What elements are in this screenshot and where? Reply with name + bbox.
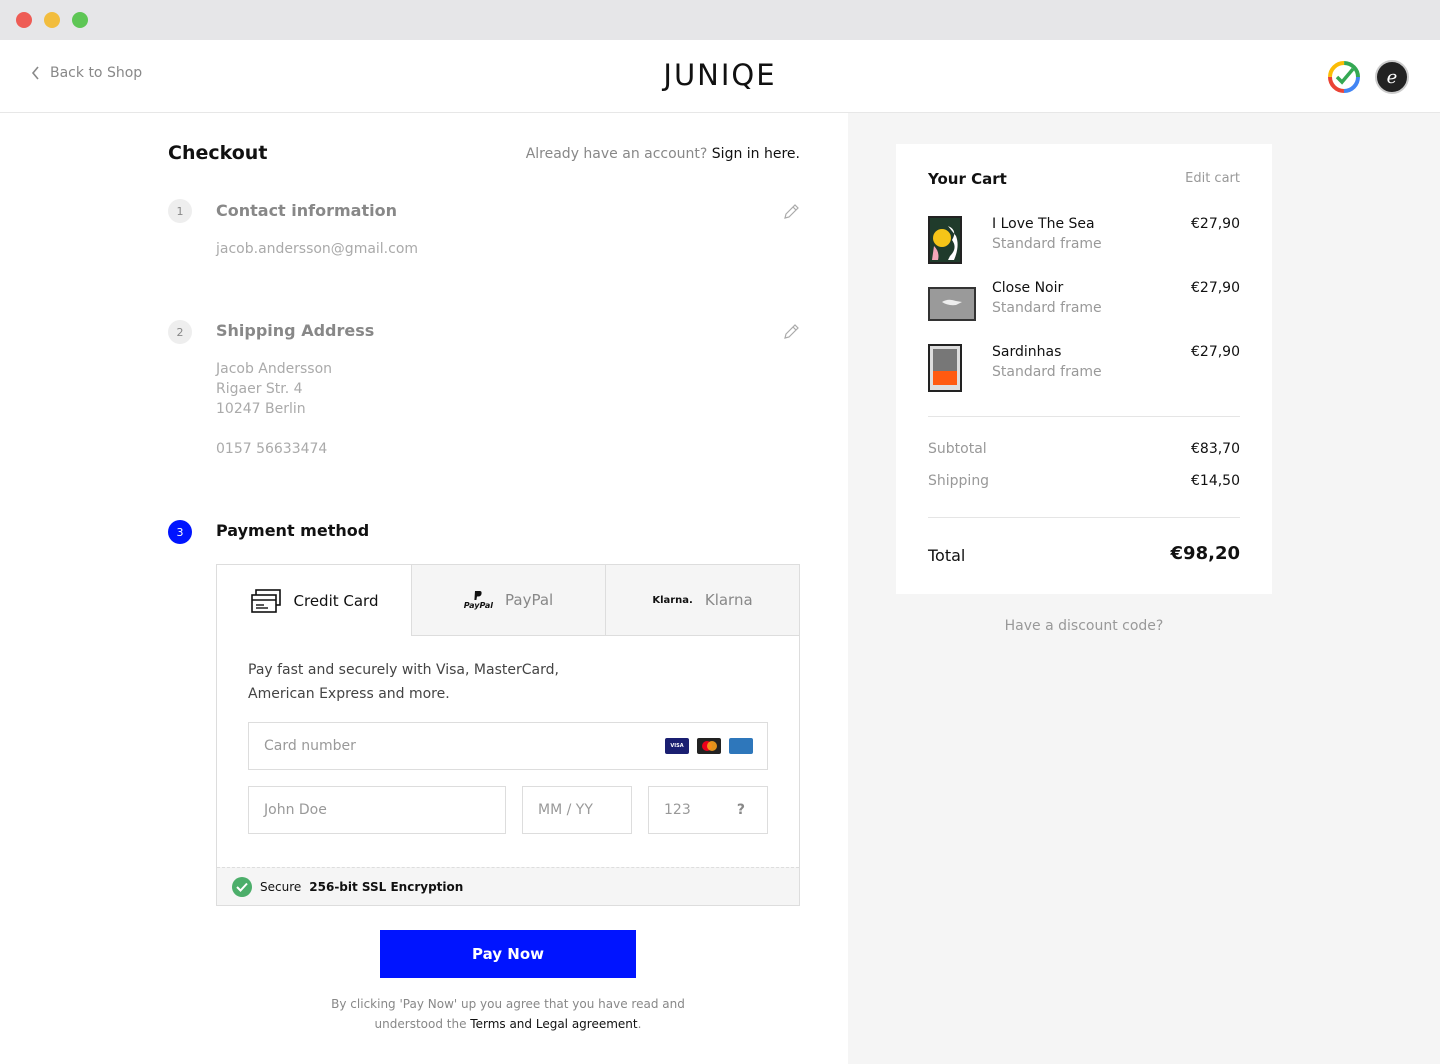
shipping-phone: 0157 56633474 (216, 441, 328, 457)
visa-icon: VISA (665, 738, 689, 754)
account-prompt-text: Already have an account? (525, 146, 708, 162)
page-title: Checkout (168, 142, 268, 164)
step-number-3: 3 (168, 520, 192, 544)
cvc-input[interactable]: 123 ? (648, 786, 768, 834)
credit-card-icon (250, 588, 281, 613)
cvc-placeholder: 123 (664, 802, 691, 818)
amex-icon (729, 738, 753, 754)
total-label: Total (928, 546, 966, 565)
card-number-placeholder: Card number (264, 738, 356, 754)
item-name: I Love The Sea (992, 216, 1095, 232)
ssl-notice: Secure 256-bit SSL Encryption (217, 867, 799, 905)
step-title-payment: Payment method (216, 521, 370, 540)
maximize-window-button[interactable] (72, 12, 88, 28)
item-price: €27,90 (1191, 280, 1240, 296)
sign-in-prompt: Already have an account? Sign in here. (526, 146, 800, 162)
cardholder-name-input[interactable]: John Doe (248, 786, 506, 834)
ssl-encryption-text: 256-bit SSL Encryption (309, 879, 464, 894)
paypal-logo-icon: PayPal (464, 590, 493, 610)
klarna-logo-icon: Klarna. (652, 594, 693, 606)
back-to-shop-link[interactable]: Back to Shop (30, 65, 142, 81)
payment-method-panel: Credit Card PayPal PayPal Klarna. Klarna… (216, 564, 800, 906)
cart-item: Close Noir Standard frame €27,90 (928, 280, 1240, 330)
juniqe-logo[interactable]: JUNIQE (620, 58, 820, 92)
item-variant: Standard frame (992, 300, 1102, 316)
pay-now-button[interactable]: Pay Now (380, 930, 636, 978)
tab-credit-card[interactable]: Credit Card (217, 565, 411, 636)
tab-paypal[interactable]: PayPal PayPal (411, 565, 605, 636)
checkmark-icon (232, 876, 252, 897)
sign-in-link[interactable]: Sign in here. (712, 146, 800, 162)
tab-klarna-label: Klarna (704, 591, 753, 609)
item-price: €27,90 (1191, 344, 1240, 360)
edit-pencil-icon[interactable] (782, 203, 800, 221)
minimize-window-button[interactable] (44, 12, 60, 28)
cart-title: Your Cart (928, 170, 1007, 188)
step-number-2: 2 (168, 320, 192, 344)
cart-summary: Your Cart Edit cart I Love The Sea Stand… (896, 144, 1272, 594)
mastercard-icon (697, 738, 721, 754)
step-number-1: 1 (168, 199, 192, 223)
item-name: Sardinhas (992, 344, 1062, 360)
back-label: Back to Shop (50, 65, 143, 81)
item-name: Close Noir (992, 280, 1064, 296)
subtotal-value: €83,70 (1191, 441, 1240, 457)
cvc-help-icon[interactable]: ? (737, 802, 745, 818)
step-title-shipping: Shipping Address (216, 321, 375, 340)
expiry-placeholder: MM / YY (538, 802, 593, 818)
divider (928, 517, 1240, 518)
tab-credit-card-label: Credit Card (293, 591, 379, 610)
site-header: Back to Shop JUNIQE e (0, 40, 1440, 113)
shipping-street: Rigaer Str. 4 (216, 381, 303, 397)
item-price: €27,90 (1191, 216, 1240, 232)
google-trusted-store-badge[interactable] (1327, 60, 1361, 94)
payment-description: Pay fast and securely with Visa, MasterC… (248, 662, 559, 702)
trusted-shops-badge[interactable]: e (1375, 60, 1409, 94)
cart-item: I Love The Sea Standard frame €27,90 (928, 216, 1240, 266)
tab-paypal-label: PayPal (505, 591, 554, 609)
product-thumbnail[interactable] (928, 216, 962, 264)
divider (928, 416, 1240, 417)
subtotal-label: Subtotal (928, 441, 987, 457)
step-title-contact: Contact information (216, 201, 397, 220)
shipping-label: Shipping (928, 473, 990, 489)
total-value: €98,20 (1170, 543, 1240, 564)
shipping-name: Jacob Andersson (216, 361, 333, 377)
cart-item: Sardinhas Standard frame €27,90 (928, 344, 1240, 394)
close-window-button[interactable] (16, 12, 32, 28)
chevron-left-icon (31, 66, 39, 80)
name-placeholder: John Doe (264, 802, 327, 818)
accepted-cards: VISA (665, 738, 753, 754)
item-variant: Standard frame (992, 364, 1102, 380)
terms-link[interactable]: Terms and Legal agreement (470, 1017, 637, 1031)
contact-email: jacob.andersson@gmail.com (216, 241, 419, 257)
legal-notice: By clicking 'Pay Now' up you agree that … (331, 997, 685, 1031)
expiry-input[interactable]: MM / YY (522, 786, 632, 834)
card-number-input[interactable]: Card number VISA (248, 722, 768, 770)
window-titlebar (0, 0, 1440, 40)
shipping-city: 10247 Berlin (216, 401, 306, 417)
edit-cart-link[interactable]: Edit cart (1185, 171, 1240, 186)
shipping-value: €14,50 (1191, 473, 1240, 489)
tab-klarna[interactable]: Klarna. Klarna (605, 565, 799, 636)
discount-code-link[interactable]: Have a discount code? (896, 618, 1272, 634)
product-thumbnail[interactable] (928, 287, 976, 321)
payment-tabs: Credit Card PayPal PayPal Klarna. Klarna (217, 565, 799, 636)
edit-pencil-icon[interactable] (782, 323, 800, 341)
product-thumbnail[interactable] (928, 344, 962, 392)
item-variant: Standard frame (992, 236, 1102, 252)
secure-prefix: Secure (260, 879, 302, 894)
